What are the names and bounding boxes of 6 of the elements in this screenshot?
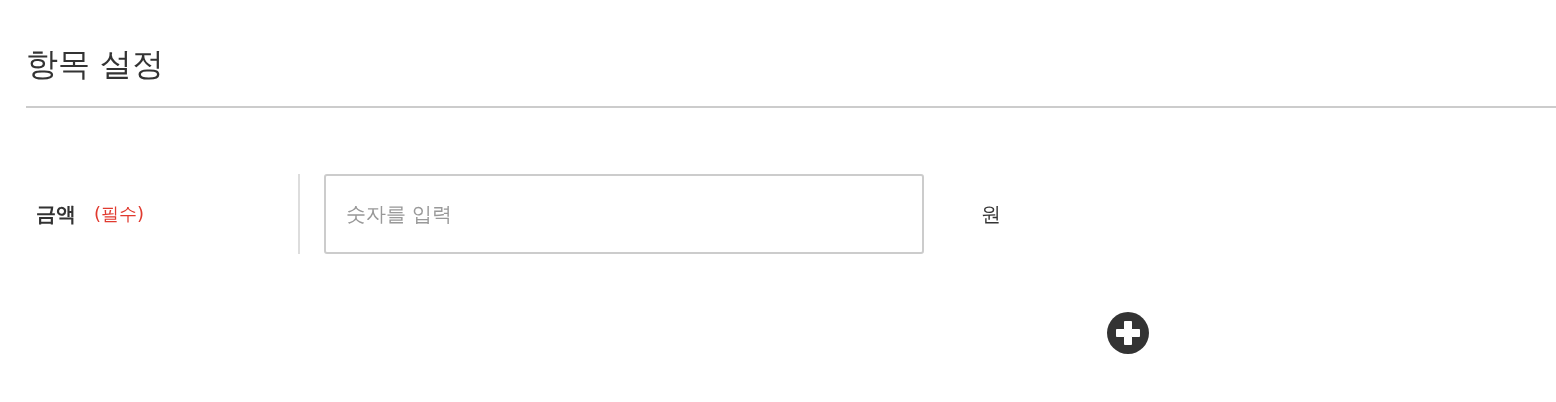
unit-label: 원	[981, 200, 1001, 228]
field-label: 금액	[36, 200, 76, 228]
section-title: 항목 설정	[26, 44, 165, 84]
add-icon[interactable]	[1107, 312, 1149, 354]
amount-input[interactable]: 숫자를 입력	[324, 174, 924, 254]
required-note: (필수)	[94, 202, 145, 226]
